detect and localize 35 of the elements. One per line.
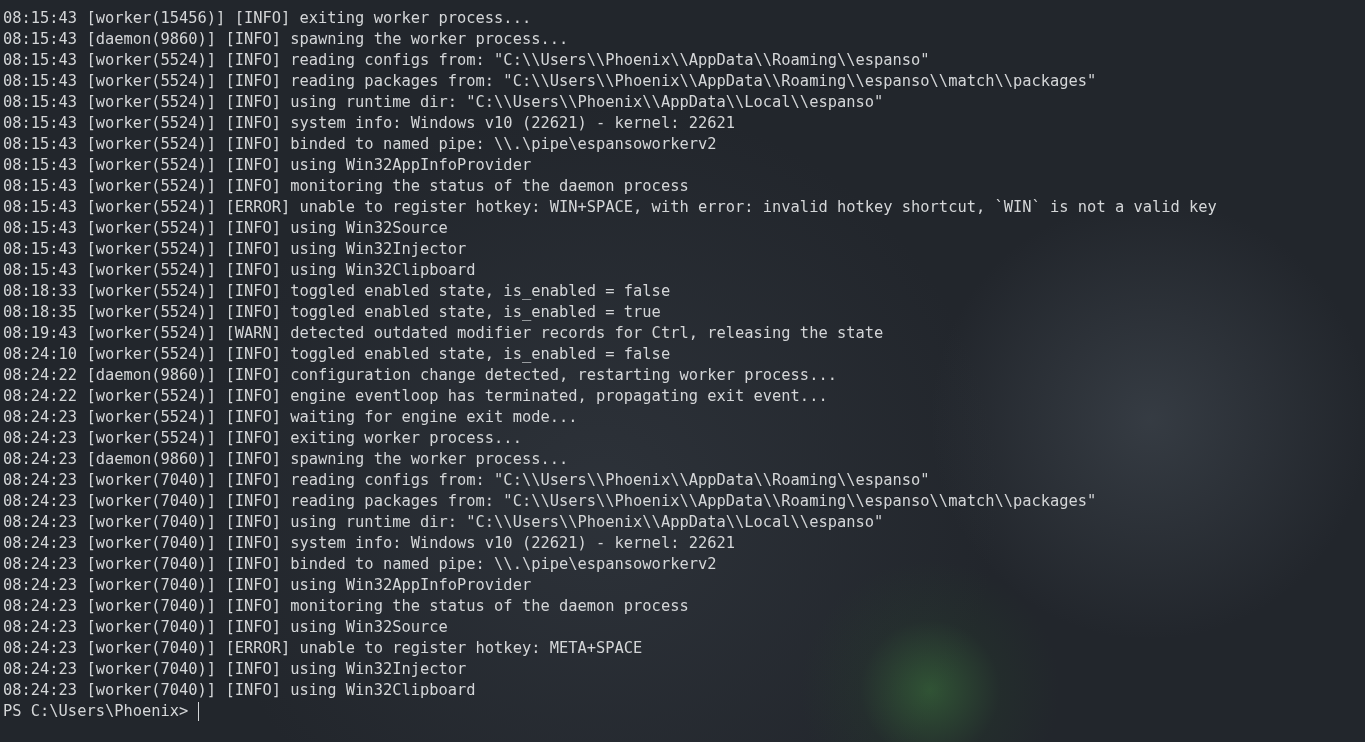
- log-line: 08:24:23 [daemon(9860)] [INFO] spawning the worker process...: [3, 449, 570, 470]
- log-line: 08:24:22 [worker(5524)] [INFO] engine eventloop has terminated, propagating exit event...: [3, 386, 829, 407]
- log-line: 08:24:23 [worker(7040)] [INFO] using Win32AppInfoProvider: [3, 575, 533, 596]
- log-line: 08:15:43 [worker(15456)] [INFO] exiting worker process...: [3, 8, 533, 29]
- log-line: 08:15:43 [worker(5524)] [ERROR] unable to register hotkey: WIN+SPACE, with error: invalid hotkey shortcut, `WIN` is not a valid key: [3, 197, 1218, 218]
- log-line: 08:15:43 [worker(5524)] [INFO] using Win32AppInfoProvider: [3, 155, 533, 176]
- log-line: 08:24:23 [worker(7040)] [INFO] using Win32Injector: [3, 659, 468, 680]
- log-line: 08:24:10 [worker(5524)] [INFO] toggled enabled state, is_enabled = false: [3, 344, 672, 365]
- text-cursor: [198, 702, 200, 721]
- log-line: 08:24:23 [worker(5524)] [INFO] waiting for engine exit mode...: [3, 407, 579, 428]
- log-line: 08:24:23 [worker(7040)] [INFO] reading configs from: "C:\\Users\\Phoenix\\AppData\\Roaming\\espanso": [3, 470, 931, 491]
- log-line: 08:15:43 [worker(5524)] [INFO] monitoring the status of the daemon process: [3, 176, 690, 197]
- log-line: 08:15:43 [worker(5524)] [INFO] using Win32Clipboard: [3, 260, 477, 281]
- log-line: 08:15:43 [worker(5524)] [INFO] reading configs from: "C:\\Users\\Phoenix\\AppData\\Roaming\\espanso": [3, 50, 931, 71]
- log-line: 08:18:35 [worker(5524)] [INFO] toggled enabled state, is_enabled = true: [3, 302, 662, 323]
- log-line: 08:15:43 [daemon(9860)] [INFO] spawning the worker process...: [3, 29, 570, 50]
- log-line: 08:24:23 [worker(7040)] [INFO] reading packages from: "C:\\Users\\Phoenix\\AppData\\Roaming\\espanso\\match\\packages": [3, 491, 1098, 512]
- log-line: 08:19:43 [worker(5524)] [WARN] detected outdated modifier records for Ctrl, releasing the state: [3, 323, 885, 344]
- log-line: 08:24:23 [worker(7040)] [INFO] monitoring the status of the daemon process: [3, 596, 690, 617]
- log-line: 08:24:23 [worker(5524)] [INFO] exiting worker process...: [3, 428, 523, 449]
- log-line: 08:24:23 [worker(7040)] [ERROR] unable to register hotkey: META+SPACE: [3, 638, 644, 659]
- log-line: 08:24:23 [worker(7040)] [INFO] binded to named pipe: \\.\pipe\espansoworkerv2: [3, 554, 718, 575]
- log-line: 08:15:43 [worker(5524)] [INFO] using Win32Source: [3, 218, 449, 239]
- log-line: 08:15:43 [worker(5524)] [INFO] reading packages from: "C:\\Users\\Phoenix\\AppData\\Roaming\\espanso\\match\\packages": [3, 71, 1098, 92]
- log-line: 08:24:22 [daemon(9860)] [INFO] configuration change detected, restarting worker process...: [3, 365, 838, 386]
- log-line: 08:24:23 [worker(7040)] [INFO] using Win32Clipboard: [3, 680, 477, 701]
- shell-prompt: PS C:\Users\Phoenix>: [3, 701, 189, 722]
- log-line: 08:18:33 [worker(5524)] [INFO] toggled enabled state, is_enabled = false: [3, 281, 672, 302]
- log-line: 08:24:23 [worker(7040)] [INFO] using runtime dir: "C:\\Users\\Phoenix\\AppData\\Local\\espanso": [3, 512, 885, 533]
- log-line: 08:24:23 [worker(7040)] [INFO] system info: Windows v10 (22621) - kernel: 22621: [3, 533, 736, 554]
- log-line: 08:24:23 [worker(7040)] [INFO] using Win32Source: [3, 617, 449, 638]
- log-line: 08:15:43 [worker(5524)] [INFO] system info: Windows v10 (22621) - kernel: 22621: [3, 113, 736, 134]
- log-line: 08:15:43 [worker(5524)] [INFO] binded to named pipe: \\.\pipe\espansoworkerv2: [3, 134, 718, 155]
- log-line: 08:15:43 [worker(5524)] [INFO] using Win32Injector: [3, 239, 468, 260]
- log-line: 08:15:43 [worker(5524)] [INFO] using runtime dir: "C:\\Users\\Phoenix\\AppData\\Local\\espanso": [3, 92, 885, 113]
